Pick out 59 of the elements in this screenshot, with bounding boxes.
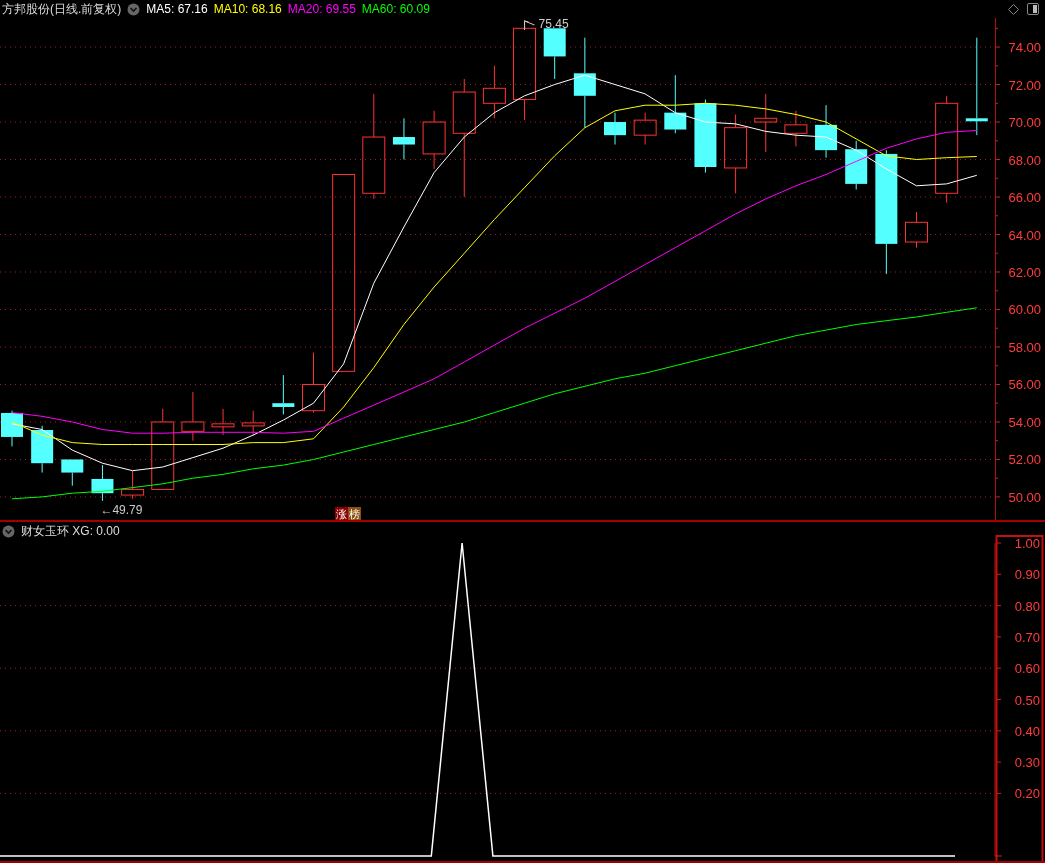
candlestick bbox=[905, 211, 928, 249]
candlestick bbox=[91, 464, 114, 502]
axis-label: 64.00 bbox=[1008, 227, 1041, 243]
arrow-icon bbox=[524, 20, 536, 31]
candlestick bbox=[31, 425, 54, 474]
tag: 涨 bbox=[335, 507, 348, 520]
candlestick bbox=[845, 140, 868, 190]
axis-label: 0.20 bbox=[1014, 786, 1040, 802]
axis-label: 66.00 bbox=[1008, 190, 1041, 205]
tag: 榜 bbox=[348, 507, 361, 520]
candlestick bbox=[121, 470, 145, 500]
axis-label: 0.40 bbox=[1014, 723, 1040, 739]
axis-label: 70.00 bbox=[1008, 115, 1041, 131]
indicator-value: MA20: 69.55 bbox=[287, 2, 356, 16]
chart-title: 方邦股份(日线.前复权) bbox=[2, 0, 122, 18]
axis-label: 0.70 bbox=[1014, 629, 1040, 645]
axis-label: 0.90 bbox=[1014, 567, 1040, 583]
axis-label: 62.00 bbox=[1008, 265, 1041, 280]
axis-label: 58.00 bbox=[1008, 340, 1041, 355]
candlestick bbox=[61, 458, 84, 487]
diamond-icon[interactable] bbox=[1008, 3, 1019, 15]
low-price-label: ←49.79 bbox=[100, 502, 143, 517]
candlestick bbox=[392, 117, 415, 161]
axis-label: 1.00 bbox=[1014, 536, 1040, 551]
axis-label: 74.00 bbox=[1008, 40, 1041, 56]
candlestick bbox=[181, 391, 205, 442]
axis-label: 0.50 bbox=[1014, 692, 1040, 708]
axis-label: 60.00 bbox=[1008, 302, 1041, 318]
candlestick bbox=[302, 352, 325, 414]
axis-label: 52.00 bbox=[1008, 452, 1041, 468]
indicator-title: 财女玉环 XG: 0.00 bbox=[21, 522, 120, 540]
candlestick bbox=[543, 27, 566, 80]
axis-label: 50.00 bbox=[1008, 489, 1041, 505]
indicator-value: MA10: 68.16 bbox=[213, 2, 282, 16]
high-price-label: 75.45 bbox=[538, 17, 569, 31]
axis-label: 0.30 bbox=[1014, 755, 1040, 771]
candlestick bbox=[633, 112, 657, 146]
dropdown-icon[interactable] bbox=[127, 2, 141, 16]
axis-label: 0.80 bbox=[1014, 598, 1040, 614]
dropdown-icon[interactable] bbox=[2, 524, 15, 538]
axis-label: 72.00 bbox=[1008, 77, 1041, 93]
indicator-value: MA60: 60.09 bbox=[361, 2, 430, 16]
candlestick bbox=[272, 374, 295, 415]
candlestick bbox=[604, 112, 626, 146]
candlestick bbox=[211, 408, 235, 436]
candlestick bbox=[1, 410, 23, 447]
candlestick bbox=[241, 410, 265, 436]
candlestick bbox=[422, 110, 446, 170]
candlestick bbox=[664, 74, 687, 134]
candlestick bbox=[482, 65, 506, 119]
axis-label: 0.60 bbox=[1014, 661, 1040, 677]
candlestick bbox=[784, 110, 808, 147]
indicator-value: MA5: 67.16 bbox=[146, 2, 208, 16]
panel-toggle-icon[interactable] bbox=[1027, 3, 1039, 15]
axis-label: 68.00 bbox=[1008, 152, 1041, 168]
candlestick bbox=[815, 104, 838, 159]
candlestick bbox=[754, 93, 778, 153]
axis-label: 56.00 bbox=[1008, 377, 1041, 393]
axis-label: 54.00 bbox=[1008, 414, 1041, 430]
